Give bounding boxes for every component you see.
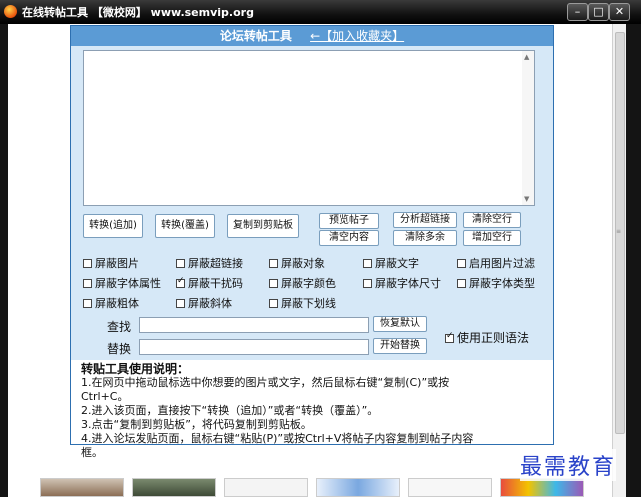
find-label: 查找 xyxy=(107,320,132,334)
find-input[interactable] xyxy=(139,317,369,333)
checkbox[interactable] xyxy=(457,279,466,288)
option-block-underline[interactable]: 屏蔽下划线 xyxy=(269,295,336,311)
checkbox[interactable] xyxy=(83,259,92,268)
panel-header: 论坛转帖工具 ←【加入收藏夹】 xyxy=(71,26,553,46)
panel-body: ▲ ▼ 转换(追加) 转换(覆盖) 复制到剪贴板 预览帖子 清空内容 分析超链接… xyxy=(71,46,553,360)
scroll-up-icon[interactable]: ▲ xyxy=(524,53,529,61)
thumbnail-image[interactable] xyxy=(316,478,400,497)
content-textarea[interactable]: ▲ ▼ xyxy=(83,50,535,206)
option-block-font-size[interactable]: 屏蔽字体尺寸 xyxy=(363,275,441,291)
option-block-font-type[interactable]: 屏蔽字体类型 xyxy=(457,275,535,291)
option-block-noise-code[interactable]: 屏蔽干扰码 xyxy=(176,275,243,291)
maximize-button[interactable]: □ xyxy=(588,3,609,21)
app-icon xyxy=(4,5,17,18)
convert-append-button[interactable]: 转换(追加) xyxy=(83,214,143,238)
instruction-line: 2.进入该页面，直接按下“转换（追加）”或者“转换（覆盖）”。 xyxy=(81,404,379,417)
checkbox[interactable] xyxy=(83,299,92,308)
thumbnail-image[interactable] xyxy=(40,478,124,497)
window-title: 在线转帖工具 【微校网】 www.semvip.org xyxy=(22,6,254,19)
scrollbar-grip-icon: ≡ xyxy=(616,228,622,235)
clear-content-button[interactable]: 清空内容 xyxy=(319,230,379,246)
window-titlebar[interactable]: 在线转帖工具 【微校网】 www.semvip.org – □ ✕ xyxy=(0,0,641,24)
instruction-line: 3.点击“复制到剪贴板”，将代码复制到剪贴板。 xyxy=(81,418,312,431)
option-block-text[interactable]: 屏蔽文字 xyxy=(363,255,419,271)
copy-clipboard-button[interactable]: 复制到剪贴板 xyxy=(227,214,299,238)
clear-blank-lines-button[interactable]: 清除空行 xyxy=(463,212,521,228)
checkbox[interactable] xyxy=(457,259,466,268)
checkbox[interactable] xyxy=(269,299,278,308)
option-block-bold[interactable]: 屏蔽粗体 xyxy=(83,295,139,311)
usage-instructions: 转贴工具使用说明： 1.在网页中拖动鼠标选中你想要的图片或文字，然后鼠标右键“复… xyxy=(81,362,545,460)
add-blank-lines-button[interactable]: 增加空行 xyxy=(463,230,521,246)
instruction-line: 框。 xyxy=(81,446,103,459)
panel-title: 论坛转帖工具 xyxy=(219,29,292,43)
option-enable-image-filter[interactable]: 启用图片过滤 xyxy=(457,255,535,271)
checkbox-checked[interactable] xyxy=(445,331,454,343)
option-block-objects[interactable]: 屏蔽对象 xyxy=(269,255,325,271)
repost-tool-panel: 论坛转帖工具 ←【加入收藏夹】 ▲ ▼ 转换(追加) 转换(覆盖) 复制到剪贴板… xyxy=(70,25,554,459)
checkbox[interactable] xyxy=(176,299,185,308)
page-scrollbar[interactable]: ≡ xyxy=(612,24,626,497)
instructions-heading: 转贴工具使用说明： xyxy=(81,362,190,376)
scroll-down-icon[interactable]: ▼ xyxy=(524,195,529,203)
watermark-text: 最需教育 xyxy=(520,449,617,481)
thumbnail-image[interactable] xyxy=(224,478,308,497)
checkbox-checked[interactable] xyxy=(176,276,185,288)
clear-extra-button[interactable]: 清除多余 xyxy=(393,230,457,246)
instruction-line: 1.在网页中拖动鼠标选中你想要的图片或文字，然后鼠标右键“复制(C)”或按 xyxy=(81,376,450,389)
textarea-scrollbar[interactable]: ▲ ▼ xyxy=(522,51,534,205)
checkbox[interactable] xyxy=(363,279,372,288)
option-use-regex[interactable]: 使用正则语法 xyxy=(445,329,529,346)
replace-label: 替换 xyxy=(107,342,132,356)
restore-default-button[interactable]: 恢复默认 xyxy=(373,316,427,332)
instruction-line: Ctrl+C。 xyxy=(81,390,129,403)
add-favorite-link[interactable]: ←【加入收藏夹】 xyxy=(310,29,404,43)
option-block-font-attributes[interactable]: 屏蔽字体属性 xyxy=(83,275,161,291)
checkbox[interactable] xyxy=(363,259,372,268)
start-replace-button[interactable]: 开始替换 xyxy=(373,338,427,354)
checkbox[interactable] xyxy=(176,259,185,268)
close-button[interactable]: ✕ xyxy=(609,3,630,21)
preview-post-button[interactable]: 预览帖子 xyxy=(319,213,379,229)
minimize-button[interactable]: – xyxy=(567,3,588,21)
option-block-italic[interactable]: 屏蔽斜体 xyxy=(176,295,232,311)
analyze-links-button[interactable]: 分析超链接 xyxy=(393,212,457,228)
option-block-font-color[interactable]: 屏蔽字颜色 xyxy=(269,275,336,291)
instruction-line: 4.进入论坛发贴页面，鼠标右键“粘贴(P)”或按Ctrl+V将帖子内容复制到帖子… xyxy=(81,432,474,445)
thumbnail-image[interactable] xyxy=(132,478,216,497)
checkbox[interactable] xyxy=(269,259,278,268)
thumbnail-image[interactable] xyxy=(408,478,492,497)
checkbox[interactable] xyxy=(83,279,92,288)
checkbox[interactable] xyxy=(269,279,278,288)
window-frame-right xyxy=(625,24,641,497)
option-block-links[interactable]: 屏蔽超链接 xyxy=(176,255,243,271)
option-block-images[interactable]: 屏蔽图片 xyxy=(83,255,139,271)
replace-input[interactable] xyxy=(139,339,369,355)
convert-overwrite-button[interactable]: 转换(覆盖) xyxy=(155,214,215,238)
window-frame-left xyxy=(0,24,8,497)
